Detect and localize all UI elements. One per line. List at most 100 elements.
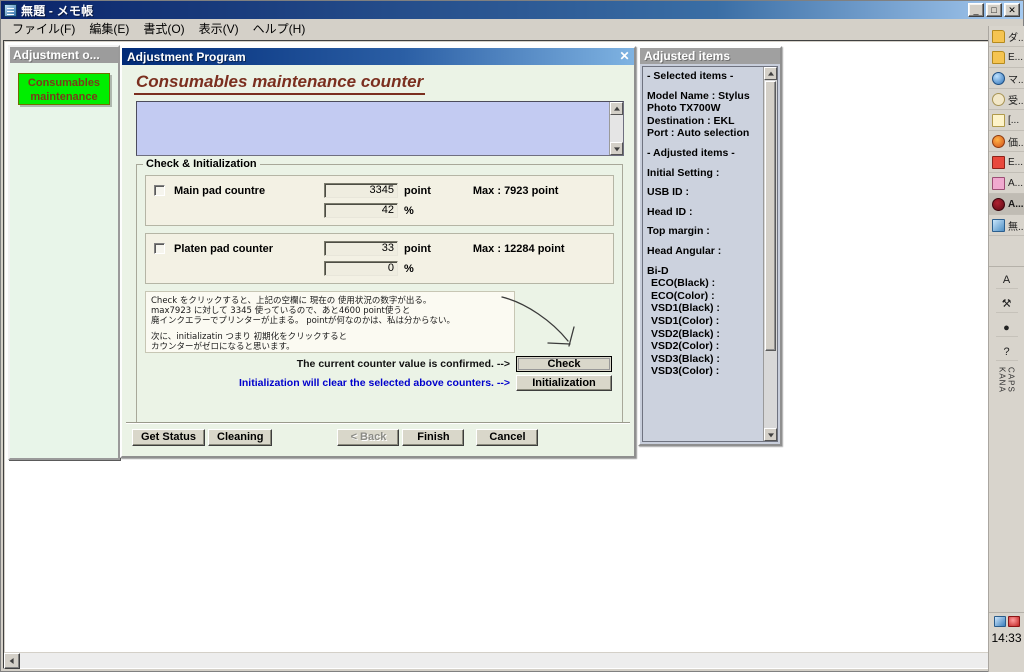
dialog-title: Adjustment Program <box>127 49 246 64</box>
platen-pad-counter-label: Platen pad counter <box>174 242 274 255</box>
adjusted-items-line: ECO(Color) : <box>651 289 715 302</box>
dialog-body: Consumables maintenance counter Check & … <box>122 65 634 456</box>
adjusted-items-title: Adjusted items <box>644 49 731 63</box>
adjustment-owner-titlebar[interactable]: Adjustment o... <box>10 47 118 63</box>
adjusted-items-line: ECO(Black) : <box>651 277 716 290</box>
adjusted-items-scrollbar[interactable] <box>763 67 777 441</box>
adjusted-items-line: VSD1(Black) : <box>651 302 720 315</box>
main-pad-counter-point-field[interactable]: 3345 <box>324 183 398 198</box>
close-button[interactable]: ✕ <box>1004 3 1020 17</box>
close-icon[interactable]: ✕ <box>617 49 632 64</box>
taskbar-item-label: マ... <box>1008 74 1024 86</box>
clock[interactable]: 14:33 <box>989 627 1024 645</box>
taskbar-item[interactable]: E... <box>989 47 1024 68</box>
taskbar-item-label: 受... <box>1008 95 1024 107</box>
network-icon[interactable] <box>993 616 1006 627</box>
consumables-maintenance-highlight[interactable]: Consumables maintenance counter <box>18 73 110 105</box>
adjusted-items-scroll-thumb[interactable] <box>765 81 776 351</box>
check-and-initialization-group: Check & Initialization Main pad countre … <box>136 158 623 424</box>
adjusted-items-line: VSD3(Black) : <box>651 352 720 365</box>
menu-edit[interactable]: 編集(E) <box>82 18 136 39</box>
adjusted-items-line: - Adjusted items - <box>647 146 735 159</box>
page-title: Consumables maintenance counter <box>134 72 426 95</box>
notepad-icon <box>4 3 17 17</box>
platen-pad-counter-checkbox[interactable] <box>154 243 165 254</box>
platen-pad-counter-percent-field[interactable]: 0 <box>324 261 398 276</box>
wrench-icon[interactable]: ⚒ <box>995 295 1018 313</box>
platen-pad-counter-percent-row: 0 % <box>154 260 605 277</box>
back-button: < Back <box>337 429 400 446</box>
taskbar-item[interactable]: ダ... <box>989 26 1024 47</box>
adjusted-items-line: Initial Setting : <box>647 166 720 179</box>
adjusted-items-line: Destination : EKL <box>647 114 735 127</box>
adjusted-items-scroll-up-button[interactable] <box>764 67 777 80</box>
notepad-titlebar[interactable]: 無題 - メモ帳 _ □ ✕ <box>1 1 1023 19</box>
taskbar-item[interactable]: [... <box>989 110 1024 131</box>
main-pad-counter-point-unit: point <box>404 184 431 197</box>
taskbar-item-label: 価... <box>1008 137 1024 149</box>
taskbar-item[interactable]: 無... <box>989 215 1024 236</box>
initialization-button[interactable]: Initialization <box>516 375 612 391</box>
globe-icon <box>992 71 1005 85</box>
adjusted-items-line: Bi-D <box>647 264 669 277</box>
adjusted-items-line: - Selected items - <box>647 70 734 82</box>
main-pad-counter-max: Max : 7923 point <box>472 184 559 197</box>
log-textarea[interactable] <box>136 101 624 156</box>
taskbar-item[interactable]: A... <box>989 173 1024 194</box>
clock-icon <box>992 92 1005 106</box>
adjusted-items-spacer <box>647 83 759 90</box>
scroll-left-button[interactable] <box>4 653 20 669</box>
ime-mode-icon[interactable]: A <box>995 271 1018 289</box>
adjusted-items-line: Head ID : <box>647 205 693 218</box>
main-pad-counter-row: Main pad countre 3345 point Max : 7923 p… <box>154 182 605 199</box>
initialization-text: Initialization will clear the selected a… <box>238 377 510 389</box>
log-scroll-down-button[interactable] <box>610 142 623 155</box>
check-button[interactable]: Check <box>516 356 612 372</box>
main-pad-counter-percent-field[interactable]: 42 <box>324 203 398 218</box>
tray-icons <box>989 613 1024 627</box>
volume-icon[interactable] <box>1007 616 1020 627</box>
minimize-button[interactable]: _ <box>968 3 984 17</box>
taskbar-item-label: A... <box>1008 198 1024 210</box>
taskbar-item[interactable]: E... <box>989 152 1024 173</box>
adjusted-items-line: Head Angular : <box>647 244 722 257</box>
log-vertical-scrollbar[interactable] <box>609 102 623 155</box>
menu-file[interactable]: ファイル(F) <box>5 18 82 39</box>
taskbar-item[interactable]: A... <box>989 194 1024 215</box>
adjusted-items-spacer <box>647 258 759 265</box>
acrobat-icon <box>992 176 1005 190</box>
menu-help[interactable]: ヘルプ(H) <box>246 18 313 39</box>
adjusted-items-scroll-down-button[interactable] <box>764 428 777 441</box>
note-line-5: 次に、initializatin つまり 初期化をクリックすると <box>151 332 348 342</box>
adjusted-items-spacer <box>647 199 759 206</box>
log-scroll-up-button[interactable] <box>610 102 623 115</box>
taskbar-items: ダ... E... マ... 受... [... 価... E... A... A... 無... <box>989 26 1024 236</box>
adjusted-items-titlebar[interactable]: Adjusted items <box>640 48 780 64</box>
cancel-button[interactable]: Cancel <box>476 429 539 446</box>
platen-pad-counter-box: Platen pad counter 33 point Max : 12284 … <box>145 233 614 284</box>
main-pad-counter-checkbox[interactable] <box>154 185 165 196</box>
taskbar-item-label: 無... <box>1008 221 1024 233</box>
dialog-titlebar[interactable]: Adjustment Program ✕ <box>122 48 634 65</box>
taskbar-item[interactable]: マ... <box>989 68 1024 89</box>
menu-view[interactable]: 表示(V) <box>192 18 246 39</box>
finish-button[interactable]: Finish <box>402 429 465 446</box>
taskbar-item-label: ダ... <box>1008 32 1024 44</box>
menu-format[interactable]: 書式(O) <box>136 18 191 39</box>
main-pad-counter-box: Main pad countre 3345 point Max : 7923 p… <box>145 175 614 226</box>
note-line-3: 廃インクエラーでプリンターが止まる。 pointが何なのかは、私は分からない。 <box>151 316 456 326</box>
notepad-horizontal-scrollbar[interactable] <box>4 652 1004 669</box>
restore-button[interactable]: □ <box>986 3 1002 17</box>
platen-pad-counter-point-field[interactable]: 33 <box>324 241 398 256</box>
taskbar-item[interactable]: 価... <box>989 131 1024 152</box>
main-pad-counter-label: Main pad countre <box>174 184 266 197</box>
help-icon[interactable]: ? <box>995 343 1018 361</box>
folder-icon <box>992 29 1005 43</box>
get-status-button[interactable]: Get Status <box>132 429 206 446</box>
taskbar-item[interactable]: 受... <box>989 89 1024 110</box>
window-icon <box>992 218 1005 232</box>
pad-icon[interactable]: ● <box>995 319 1018 337</box>
cleaning-button[interactable]: Cleaning <box>208 429 273 446</box>
adjusted-items-spacer <box>647 238 759 245</box>
ime-status-text: CAPS KANA <box>997 367 1016 393</box>
